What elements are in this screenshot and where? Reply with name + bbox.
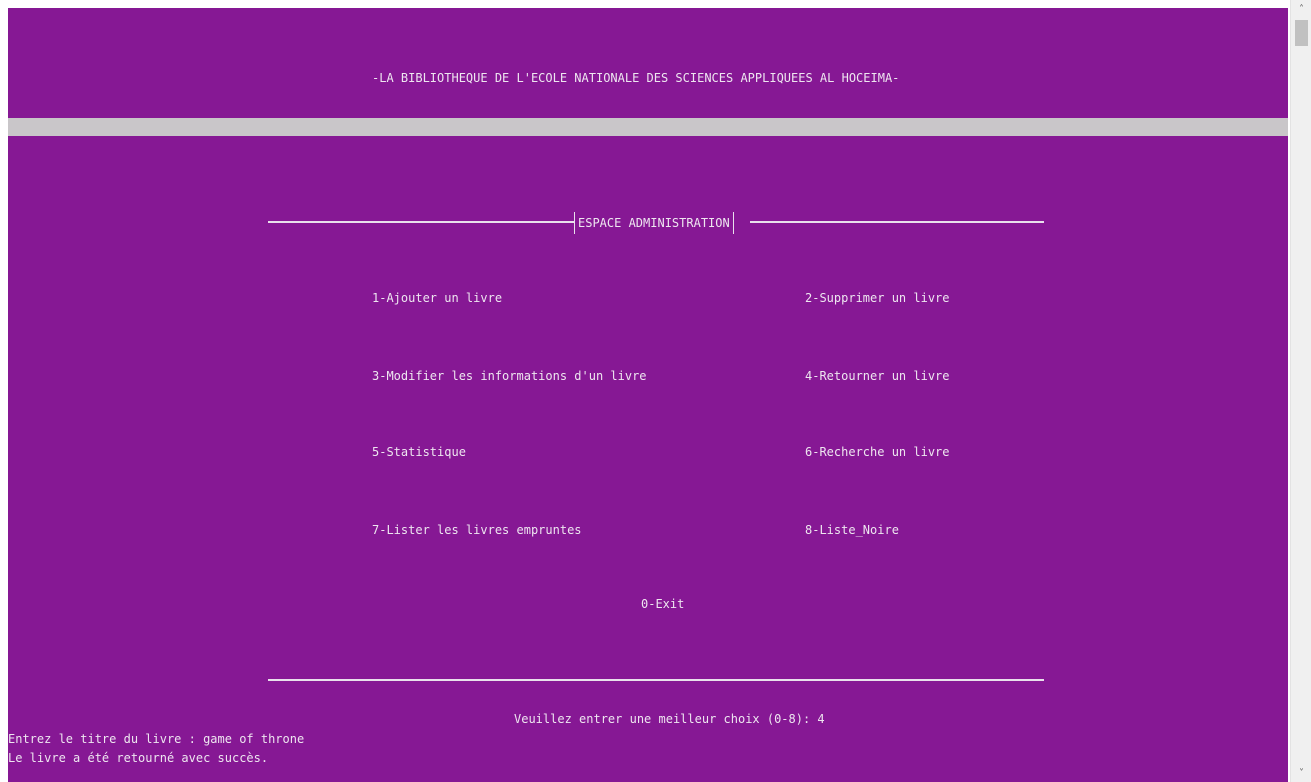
section-right-line bbox=[750, 221, 1044, 223]
section-title: ESPACE ADMINISTRATION bbox=[578, 216, 730, 230]
choice-prompt: Veuillez entrer une meilleur choix (0-8)… bbox=[514, 712, 825, 726]
header-separator-bar bbox=[8, 118, 1288, 136]
menu-item-blacklist: 8-Liste_Noire bbox=[805, 523, 899, 537]
scroll-thumb[interactable] bbox=[1295, 20, 1308, 46]
section-title-box: ESPACE ADMINISTRATION bbox=[574, 212, 734, 234]
chevron-down-icon[interactable]: ˅ bbox=[1291, 764, 1311, 782]
menu-item-list-borrowed: 7-Lister les livres empruntes bbox=[372, 523, 582, 537]
header-title: -LA BIBLIOTHEQUE DE L'ECOLE NATIONALE DE… bbox=[372, 71, 900, 85]
menu-item-delete-book: 2-Supprimer un livre bbox=[805, 291, 950, 305]
menu-item-exit: 0-Exit bbox=[641, 597, 685, 611]
section-left-line bbox=[268, 221, 574, 223]
console-area[interactable]: -LA BIBLIOTHEQUE DE L'ECOLE NATIONALE DE… bbox=[8, 8, 1288, 782]
menu-item-add-book: 1-Ajouter un livre bbox=[372, 291, 503, 305]
chevron-up-icon[interactable]: ˄ bbox=[1291, 0, 1311, 18]
bottom-line bbox=[268, 679, 1044, 681]
console-window: -LA BIBLIOTHEQUE DE L'ECOLE NATIONALE DE… bbox=[0, 0, 1311, 782]
menu-item-statistics: 5-Statistique bbox=[372, 445, 466, 459]
vertical-scrollbar[interactable]: ˄ ˅ bbox=[1290, 0, 1311, 782]
menu-item-edit-book: 3-Modifier les informations d'un livre bbox=[372, 369, 647, 383]
output-line-title-entry: Entrez le titre du livre : game of thron… bbox=[8, 732, 305, 746]
menu-item-search-book: 6-Recherche un livre bbox=[805, 445, 950, 459]
output-line-success: Le livre a été retourné avec succès. bbox=[8, 751, 269, 765]
menu-item-return-book: 4-Retourner un livre bbox=[805, 369, 950, 383]
